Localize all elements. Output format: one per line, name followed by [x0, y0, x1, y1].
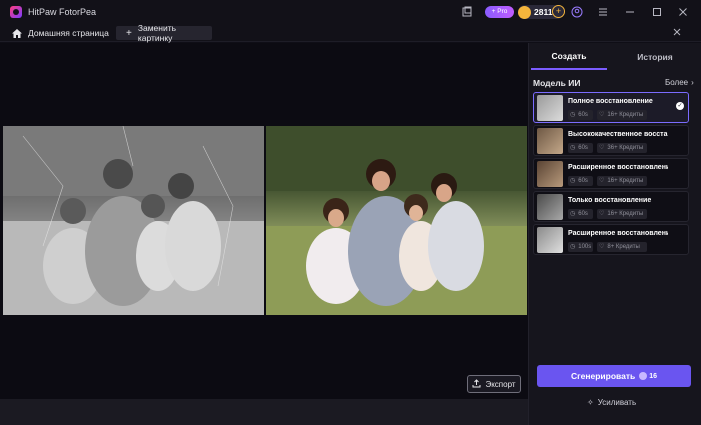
credits-value: 16+ Кредиты — [607, 112, 644, 118]
close-window-icon[interactable] — [677, 6, 689, 18]
replace-image-label: Заменить картинку — [137, 23, 177, 43]
credits-icon: ♡ — [599, 112, 605, 118]
coin-count: 2811 — [534, 7, 553, 17]
time-chip: ◷ 100s — [568, 242, 593, 252]
enhance-label: Усиливать — [597, 398, 637, 407]
clock-icon: ◷ — [570, 211, 576, 217]
credits-chip: ♡ 16+ Кредиты — [597, 209, 647, 219]
model-thumbnail — [537, 128, 563, 154]
time-chip: ◷ 60s — [568, 110, 593, 120]
generate-cost: 16 — [649, 372, 658, 380]
menu-icon[interactable] — [597, 6, 609, 18]
time-value: 60s — [578, 178, 588, 184]
maximize-icon[interactable] — [651, 6, 663, 18]
more-label: Более — [665, 78, 689, 87]
time-chip: ◷ 60s — [568, 176, 593, 186]
more-models-link[interactable]: Более › — [665, 78, 694, 87]
credits-icon: ♡ — [599, 145, 605, 151]
coin-icon — [518, 5, 531, 19]
credits-chip: ♡ 36+ Кредиты — [597, 143, 647, 153]
generate-label: Сгенерировать — [570, 371, 636, 381]
time-value: 60s — [578, 211, 588, 217]
clock-icon: ◷ — [570, 178, 576, 184]
canvas-area: Экспорт — [0, 43, 528, 399]
export-label: Экспорт — [485, 379, 516, 389]
home-icon — [12, 28, 22, 38]
credits-chip: ♡ 8+ Кредиты — [597, 242, 647, 252]
app-title: HitPaw FotorPea — [28, 7, 97, 17]
credits-icon: ♡ — [599, 178, 605, 184]
bottom-strip — [0, 399, 528, 425]
clock-icon: ◷ — [570, 244, 576, 250]
home-tab-label: Домашняя страница — [28, 28, 109, 38]
credits-icon: ♡ — [599, 211, 605, 217]
model-name: Полное восстановление — [568, 98, 653, 105]
credits-chip: ♡ 16+ Кредиты — [597, 176, 647, 186]
time-chip: ◷ 60s — [568, 143, 593, 153]
model-name: Расширенное восстановление... — [568, 230, 668, 237]
replace-image-button[interactable]: + Заменить картинку — [116, 23, 212, 43]
tabs-bar: Домашняя страница + Заменить картинку — [0, 23, 701, 43]
credits-value: 36+ Кредиты — [607, 145, 644, 151]
plus-icon: + — [126, 27, 132, 39]
model-name: Только восстановление — [568, 197, 652, 204]
credits-value: 16+ Кредиты — [607, 211, 644, 217]
clock-icon: ◷ — [570, 145, 576, 151]
model-card-full-restoration[interactable]: Полное восстановление ◷ 60s ♡ 16+ Кредиты … — [533, 92, 689, 123]
time-value: 100s — [578, 244, 592, 250]
original-photo — [3, 126, 264, 315]
credits-value: 8+ Кредиты — [607, 244, 640, 250]
user-icon[interactable] — [571, 6, 583, 18]
close-tab-icon[interactable] — [672, 27, 682, 39]
model-thumbnail — [537, 227, 563, 253]
title-bar: HitPaw FotorPea + Pro 2811 + — [0, 0, 701, 24]
model-thumbnail — [537, 95, 563, 121]
minimize-icon[interactable] — [624, 6, 636, 18]
right-panel: Создать История Модель ИИ Более › Полное … — [528, 43, 701, 425]
credits-chip: ♡ 16+ Кредиты — [597, 110, 647, 120]
time-value: 60s — [578, 112, 588, 118]
generate-button[interactable]: Сгенерировать 16 — [537, 365, 691, 387]
restored-photo — [266, 126, 527, 315]
model-card-advanced-restoration[interactable]: Расширенное восстановление ◷ 60s ♡ 16+ Кре… — [533, 158, 689, 189]
tab-create[interactable]: Создать — [531, 43, 607, 70]
credit-coin-icon — [639, 372, 648, 380]
home-tab[interactable]: Домашняя страница — [12, 26, 109, 40]
model-thumbnail — [537, 161, 563, 187]
model-card-hq-restoration[interactable]: Высококачественное восстан... ◷ 60s ♡ 36+ … — [533, 125, 689, 156]
model-card-restoration-only[interactable]: Только восстановление ◷ 60s ♡ 16+ Кредиты — [533, 191, 689, 222]
export-button[interactable]: Экспорт — [467, 375, 521, 393]
magic-wand-icon: ✧ — [587, 398, 594, 407]
export-icon — [472, 378, 481, 390]
add-coins-button[interactable]: + — [552, 5, 565, 18]
credits-icon: ♡ — [599, 244, 605, 250]
chevron-right-icon: › — [691, 78, 694, 87]
time-chip: ◷ 60s — [568, 209, 593, 219]
model-name: Расширенное восстановление — [568, 164, 668, 171]
pro-badge[interactable]: + Pro — [485, 6, 514, 18]
model-name: Высококачественное восстан... — [568, 131, 668, 138]
model-thumbnail — [537, 194, 563, 220]
clock-icon: ◷ — [570, 112, 576, 118]
app-logo-icon — [10, 6, 22, 18]
screen-icon[interactable] — [461, 6, 473, 18]
tab-history[interactable]: История — [617, 43, 693, 70]
time-value: 60s — [578, 145, 588, 151]
check-icon: ✓ — [676, 102, 684, 110]
model-section-title: Модель ИИ — [533, 78, 581, 88]
model-card-advanced-restoration-2[interactable]: Расширенное восстановление... ◷100s ♡8+ … — [533, 224, 689, 255]
model-list: Полное восстановление ◷ 60s ♡ 16+ Кредиты … — [533, 92, 696, 257]
enhance-button[interactable]: ✧ Усиливать — [587, 398, 636, 407]
credits-value: 16+ Кредиты — [607, 178, 644, 184]
